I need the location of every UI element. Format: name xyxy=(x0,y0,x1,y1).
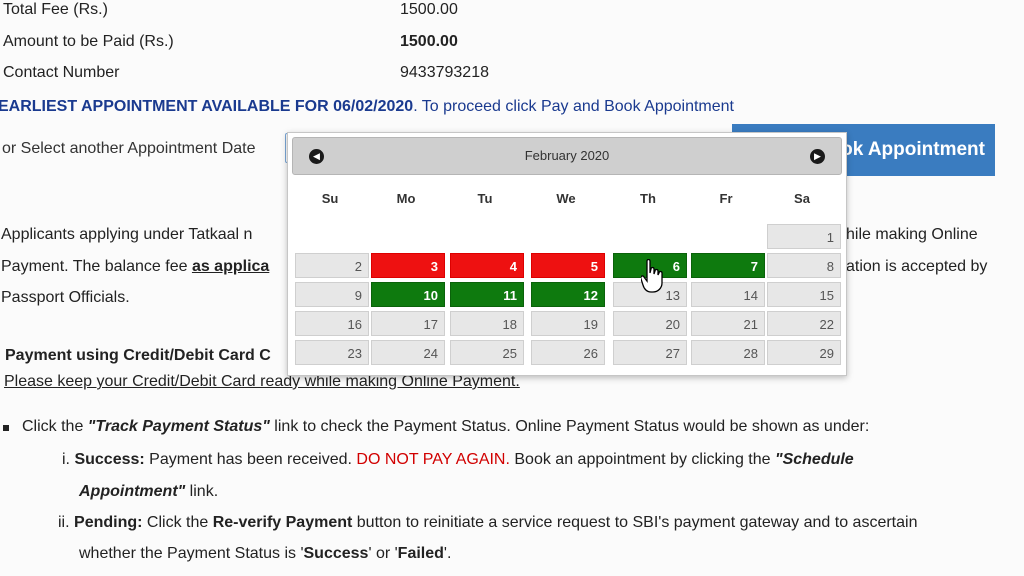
bullet-icon xyxy=(3,425,9,431)
calendar-day-7[interactable]: 7 xyxy=(691,253,765,278)
weekday-th: Th xyxy=(640,191,656,206)
calendar-day-11[interactable]: 11 xyxy=(450,282,524,307)
track-instruction: Click the "Track Payment Status" link to… xyxy=(22,418,869,436)
calendar-day-5: 5 xyxy=(531,253,605,278)
success-text2: Book an appointment by clicking the xyxy=(509,451,775,468)
success-num: i. xyxy=(62,451,70,468)
calendar-day-22: 22 xyxy=(767,311,841,336)
pending-num: ii. xyxy=(58,514,70,531)
calendar-day-12[interactable]: 12 xyxy=(531,282,605,307)
weekday-su: Su xyxy=(321,191,339,206)
pending-instruction-line2: whether the Payment Status is 'Success' … xyxy=(79,545,451,563)
tatkaal-line2-right: ation is accepted by xyxy=(846,258,988,275)
calendar-day-19: 19 xyxy=(531,311,605,336)
schedule-appointment-text2: Appointment" xyxy=(79,483,186,500)
calendar-day-1: 1 xyxy=(767,224,841,249)
tatkaal-line1-left: Applicants applying under Tatkaal n xyxy=(1,226,253,243)
calendar-day-4: 4 xyxy=(450,253,524,278)
success-text: Payment has been received. xyxy=(144,451,357,468)
tatkaal-line1-right: hile making Online xyxy=(846,226,978,243)
calendar-day-3: 3 xyxy=(371,253,445,278)
track-suffix: link to check the Payment Status. Online… xyxy=(269,418,870,435)
calendar-day-17: 17 xyxy=(371,311,445,336)
calendar-day-25: 25 xyxy=(450,340,524,365)
pending-text: Click the xyxy=(142,514,213,531)
pending-line2: whether the Payment Status is ' xyxy=(79,545,304,562)
weekday-fr: Fr xyxy=(719,191,733,206)
do-not-pay-warning: DO NOT PAY AGAIN. xyxy=(356,451,510,468)
calendar-day-9: 9 xyxy=(295,282,369,307)
calendar-day-10[interactable]: 10 xyxy=(371,282,445,307)
calendar-day-18: 18 xyxy=(450,311,524,336)
tatkaal-line2-left: Payment. The balance fee as applica xyxy=(1,258,269,276)
earliest-appointment-line: EARLIEST APPOINTMENT AVAILABLE FOR 06/02… xyxy=(0,98,734,116)
pending-text2: button to reinitiate a service request t… xyxy=(352,514,918,531)
calendar-month-title: February 2020 xyxy=(524,148,610,163)
calendar-day-26: 26 xyxy=(531,340,605,365)
schedule-appointment-text: "Schedule xyxy=(774,451,854,468)
calendar-day-14: 14 xyxy=(691,282,765,307)
pending-instruction: ii. Pending: Click the Re-verify Payment… xyxy=(58,514,917,532)
contact-value: 9433793218 xyxy=(400,64,489,81)
success-instruction: i. Success: Payment has been received. D… xyxy=(62,451,854,469)
weekday-sa: Sa xyxy=(794,191,810,206)
calendar-day-15: 15 xyxy=(767,282,841,307)
total-fee-value: 1500.00 xyxy=(400,1,458,18)
as-applicable-text: as applica xyxy=(191,258,270,275)
tatkaal-line3: Passport Officials. xyxy=(1,289,130,306)
track-payment-status-text: "Track Payment Status" xyxy=(87,418,270,435)
pending-label: Pending: xyxy=(74,514,143,531)
track-prefix: Click the xyxy=(22,418,88,435)
pending-end: '. xyxy=(443,545,452,562)
calendar-day-29: 29 xyxy=(767,340,841,365)
calendar-day-23: 23 xyxy=(295,340,369,365)
calendar-day-2: 2 xyxy=(295,253,369,278)
hand-cursor-icon xyxy=(641,259,663,293)
next-month-icon[interactable]: ▶ xyxy=(810,149,825,164)
total-fee-label: Total Fee (Rs.) xyxy=(3,1,108,18)
calendar-day-20: 20 xyxy=(613,311,687,336)
amount-label: Amount to be Paid (Rs.) xyxy=(3,33,174,50)
contact-label: Contact Number xyxy=(3,64,120,81)
success-instruction-line2: Appointment" link. xyxy=(79,483,218,501)
success-end: link. xyxy=(185,483,219,500)
success-status-text: Success xyxy=(303,545,369,562)
earliest-appointment-text: EARLIEST APPOINTMENT AVAILABLE FOR 06/02… xyxy=(0,98,414,115)
pending-or: ' or ' xyxy=(368,545,398,562)
select-date-label: or Select another Appointment Date xyxy=(2,140,256,157)
datepicker-calendar: ◀ February 2020 ▶ Su Mo Tu We Th Fr Sa 1234567… xyxy=(287,132,847,376)
amount-value: 1500.00 xyxy=(400,33,458,50)
failed-status-text: Failed xyxy=(397,545,444,562)
payment-heading: Payment using Credit/Debit Card C xyxy=(5,347,271,364)
weekday-we: We xyxy=(556,191,576,206)
calendar-day-24: 24 xyxy=(371,340,445,365)
calendar-header: ◀ February 2020 ▶ xyxy=(292,137,842,175)
calendar-day-16: 16 xyxy=(295,311,369,336)
calendar-day-21: 21 xyxy=(691,311,765,336)
success-label: Success: xyxy=(74,451,145,468)
calendar-day-27: 27 xyxy=(613,340,687,365)
reverify-payment-text: Re-verify Payment xyxy=(212,514,353,531)
weekday-mo: Mo xyxy=(396,191,416,206)
proceed-text: . To proceed click Pay and Book Appointm… xyxy=(413,98,734,115)
calendar-day-8: 8 xyxy=(767,253,841,278)
tatkaal-line2-text: Payment. The balance fee xyxy=(1,258,192,275)
weekday-tu: Tu xyxy=(477,191,493,206)
calendar-day-28: 28 xyxy=(691,340,765,365)
